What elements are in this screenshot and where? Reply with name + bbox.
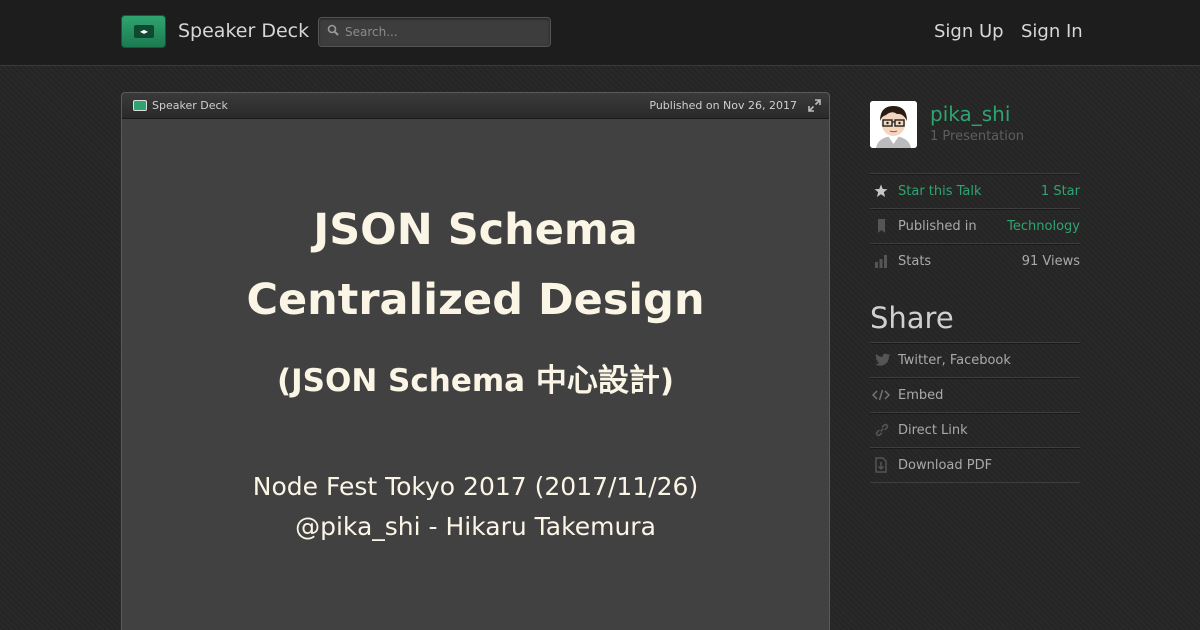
stats-row: Stats 91 Views: [870, 243, 1080, 278]
stats-label: Stats: [898, 254, 932, 269]
speaker-deck-mini-logo-icon: [133, 100, 147, 111]
search-box[interactable]: [318, 17, 551, 47]
published-date: Published on Nov 26, 2017: [649, 99, 797, 112]
slide-title-line2: Centralized Design: [246, 275, 705, 325]
logo-arrows-icon: ◂▸: [134, 25, 154, 38]
share-direct-link[interactable]: Direct Link: [870, 412, 1080, 447]
embed-icon: [872, 389, 890, 401]
avatar[interactable]: [870, 101, 917, 148]
speaker-deck-logo[interactable]: ◂▸: [121, 15, 166, 48]
share-download-pdf[interactable]: Download PDF: [870, 447, 1080, 482]
published-in-row: Published in Technology: [870, 208, 1080, 243]
share-twitter-facebook[interactable]: Twitter, Facebook: [870, 342, 1080, 377]
slide-subtitle: (JSON Schema 中心設計): [276, 363, 675, 399]
search-input[interactable]: [345, 23, 545, 41]
slide-author: @pika_shi - Hikaru Takemura: [295, 512, 656, 541]
share-embed[interactable]: Embed: [870, 377, 1080, 412]
star-count[interactable]: 1 Star: [1041, 184, 1080, 199]
slide-player[interactable]: Speaker Deck Published on Nov 26, 2017 J…: [121, 92, 830, 630]
sign-up-link[interactable]: Sign Up: [934, 21, 1004, 42]
user-avatar-image-icon: [870, 101, 917, 148]
link-icon: [875, 423, 889, 437]
player-toolbar: Speaker Deck Published on Nov 26, 2017: [122, 93, 829, 119]
published-in-label: Published in: [898, 219, 977, 234]
stats-icon: [875, 255, 887, 268]
download-icon: [875, 457, 887, 473]
star-this-talk-link[interactable]: Star this Talk: [898, 184, 982, 199]
sidebar-divider: [870, 482, 1080, 483]
player-brand[interactable]: Speaker Deck: [152, 99, 228, 112]
username-link[interactable]: pika_shi: [930, 102, 1010, 126]
share-download-pdf-label[interactable]: Download PDF: [898, 458, 992, 473]
slide-event: Node Fest Tokyo 2017 (2017/11/26): [252, 472, 699, 501]
expand-icon[interactable]: [808, 99, 821, 112]
category-link[interactable]: Technology: [1007, 219, 1080, 234]
search-icon: [327, 24, 339, 36]
brand-name[interactable]: Speaker Deck: [178, 20, 309, 42]
slide-title-line1: JSON Schema: [313, 205, 638, 255]
share-heading: Share: [870, 301, 954, 335]
top-navigation-bar: ◂▸ Speaker Deck Sign Up Sign In: [0, 0, 1200, 66]
sign-in-link[interactable]: Sign In: [1021, 21, 1083, 42]
share-embed-label[interactable]: Embed: [898, 388, 943, 403]
star-talk-row[interactable]: Star this Talk 1 Star: [870, 173, 1080, 208]
presentation-count: 1 Presentation: [930, 129, 1025, 144]
twitter-icon: [875, 353, 891, 366]
star-icon: [874, 184, 888, 197]
view-count: 91 Views: [1021, 254, 1080, 269]
bookmark-icon: [878, 219, 885, 233]
share-direct-link-label[interactable]: Direct Link: [898, 423, 968, 438]
share-twitter-facebook-label[interactable]: Twitter, Facebook: [898, 353, 1011, 368]
